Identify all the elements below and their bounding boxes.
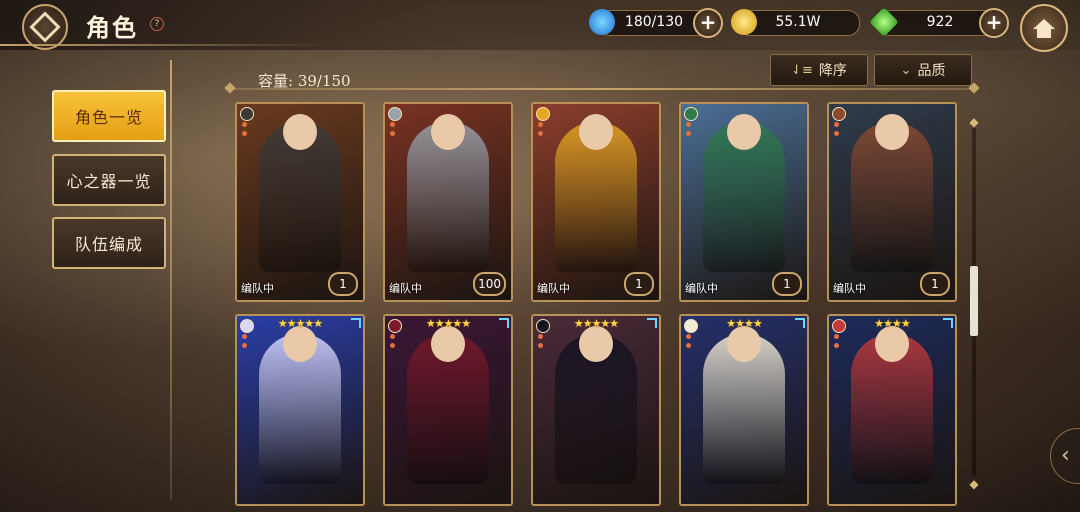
skill-dots (686, 122, 691, 140)
title-underline (0, 44, 330, 46)
skill-dots (390, 122, 395, 140)
scrollbar-thumb[interactable] (970, 266, 978, 336)
scroll-up-ornament: ◆ (969, 115, 979, 129)
element-icon (832, 107, 846, 121)
sort-label: 降序 (818, 63, 847, 79)
character-head (727, 326, 761, 362)
back-diamond-icon (29, 11, 61, 43)
skill-dots (242, 122, 247, 140)
character-portrait (829, 316, 955, 504)
character-head (727, 114, 761, 150)
character-card-dark-hair-gothic[interactable]: ★★★★★ (531, 314, 661, 506)
level-badge: 1 (920, 272, 950, 296)
home-button[interactable] (1020, 4, 1068, 52)
menu-heart-vessel-list[interactable]: 心之器一览 (52, 154, 166, 206)
character-head (283, 114, 317, 150)
character-portrait (681, 316, 807, 504)
chevron-down-icon: ⌄ (900, 62, 912, 78)
add-gem-button[interactable]: + (979, 8, 1009, 38)
in-team-badge: 编队中 (537, 282, 570, 295)
add-stamina-button[interactable]: + (693, 8, 723, 38)
character-card-jester-villain[interactable]: ★★★★★ (383, 314, 513, 506)
character-head (283, 326, 317, 362)
gold-coin-icon (731, 9, 757, 35)
character-head (875, 114, 909, 150)
rarity-stars: ★★★★ (726, 317, 762, 330)
rarity-stars: ★★★★ (874, 317, 910, 330)
quality-filter-button[interactable]: ⌄ 品质 (874, 54, 972, 86)
stamina-resource: 180/130 + (589, 8, 723, 38)
level-badge: 1 (328, 272, 358, 296)
skill-dots (538, 334, 543, 352)
grid-divider (226, 88, 978, 90)
element-icon (240, 107, 254, 121)
level-badge: 100 (473, 272, 506, 296)
rarity-stars: ★★★★★ (573, 317, 619, 330)
sort-button[interactable]: ⇃≡ 降序 (770, 54, 868, 86)
character-portrait (385, 104, 511, 300)
character-card-green-hat-girl[interactable]: 编队中 1 (679, 102, 809, 302)
corner-marker-icon (351, 318, 361, 328)
character-portrait (237, 104, 363, 300)
character-head (431, 326, 465, 362)
character-portrait (385, 316, 511, 504)
level-badge: 1 (772, 272, 802, 296)
skill-dots (834, 122, 839, 140)
character-card-fox-ear-dancer[interactable]: ★★★★ (679, 314, 809, 506)
menu-character-list[interactable]: 角色一览 (52, 90, 166, 142)
element-icon (684, 107, 698, 121)
skill-dots (686, 334, 691, 352)
character-card-old-knight-sword[interactable]: 编队中 1 (235, 102, 365, 302)
level-badge: 1 (624, 272, 654, 296)
character-head (875, 326, 909, 362)
top-bar: 角色 ? 180/130 + 55.1W 922 + (0, 0, 1080, 52)
character-card-bull-warrior[interactable]: 编队中 1 (827, 102, 957, 302)
menu-team-formation[interactable]: 队伍编成 (52, 217, 166, 269)
element-icon (536, 107, 550, 121)
skill-dots (538, 122, 543, 140)
chevron-left-icon: ‹ (1061, 443, 1070, 468)
quality-filter-label: 品质 (917, 63, 946, 79)
in-team-badge: 编队中 (833, 282, 866, 295)
corner-marker-icon (943, 318, 953, 328)
gold-resource: 55.1W (731, 9, 860, 36)
page-title: 角色 (86, 13, 138, 42)
character-card-red-hair-lantern[interactable]: ★★★★ (827, 314, 957, 506)
help-icon[interactable]: ? (150, 17, 164, 31)
skill-dots (834, 334, 839, 352)
character-card-silver-hair-ice-mage[interactable]: ★★★★★ (235, 314, 365, 506)
stamina-value: 180/130 (624, 14, 684, 30)
character-head (431, 114, 465, 150)
character-head (579, 326, 613, 362)
green-crystal-icon (869, 7, 899, 37)
corner-marker-icon (499, 318, 509, 328)
character-portrait (237, 316, 363, 504)
character-portrait (681, 104, 807, 300)
in-team-badge: 编队中 (241, 282, 274, 295)
skill-dots (242, 334, 247, 352)
left-divider (170, 60, 172, 500)
scroll-down-ornament: ◆ (969, 477, 979, 491)
home-icon (1033, 19, 1055, 38)
rarity-stars: ★★★★★ (277, 317, 323, 330)
character-portrait (533, 104, 659, 300)
gem-resource: 922 + (869, 7, 1009, 38)
skill-dots (390, 334, 395, 352)
sort-descending-icon: ⇃≡ (791, 62, 813, 78)
corner-marker-icon (647, 318, 657, 328)
character-card-caped-warrior[interactable]: 编队中 1 (531, 102, 661, 302)
in-team-badge: 编队中 (389, 282, 422, 295)
character-head (579, 114, 613, 150)
corner-marker-icon (795, 318, 805, 328)
character-portrait (533, 316, 659, 504)
gem-value: 922 (926, 14, 954, 30)
rarity-stars: ★★★★★ (425, 317, 471, 330)
element-icon (388, 107, 402, 121)
blue-swirl-icon (589, 9, 615, 35)
character-card-armored-knight[interactable]: 编队中 100 (383, 102, 513, 302)
in-team-badge: 编队中 (685, 282, 718, 295)
gold-value: 55.1W (775, 14, 821, 30)
character-portrait (829, 104, 955, 300)
